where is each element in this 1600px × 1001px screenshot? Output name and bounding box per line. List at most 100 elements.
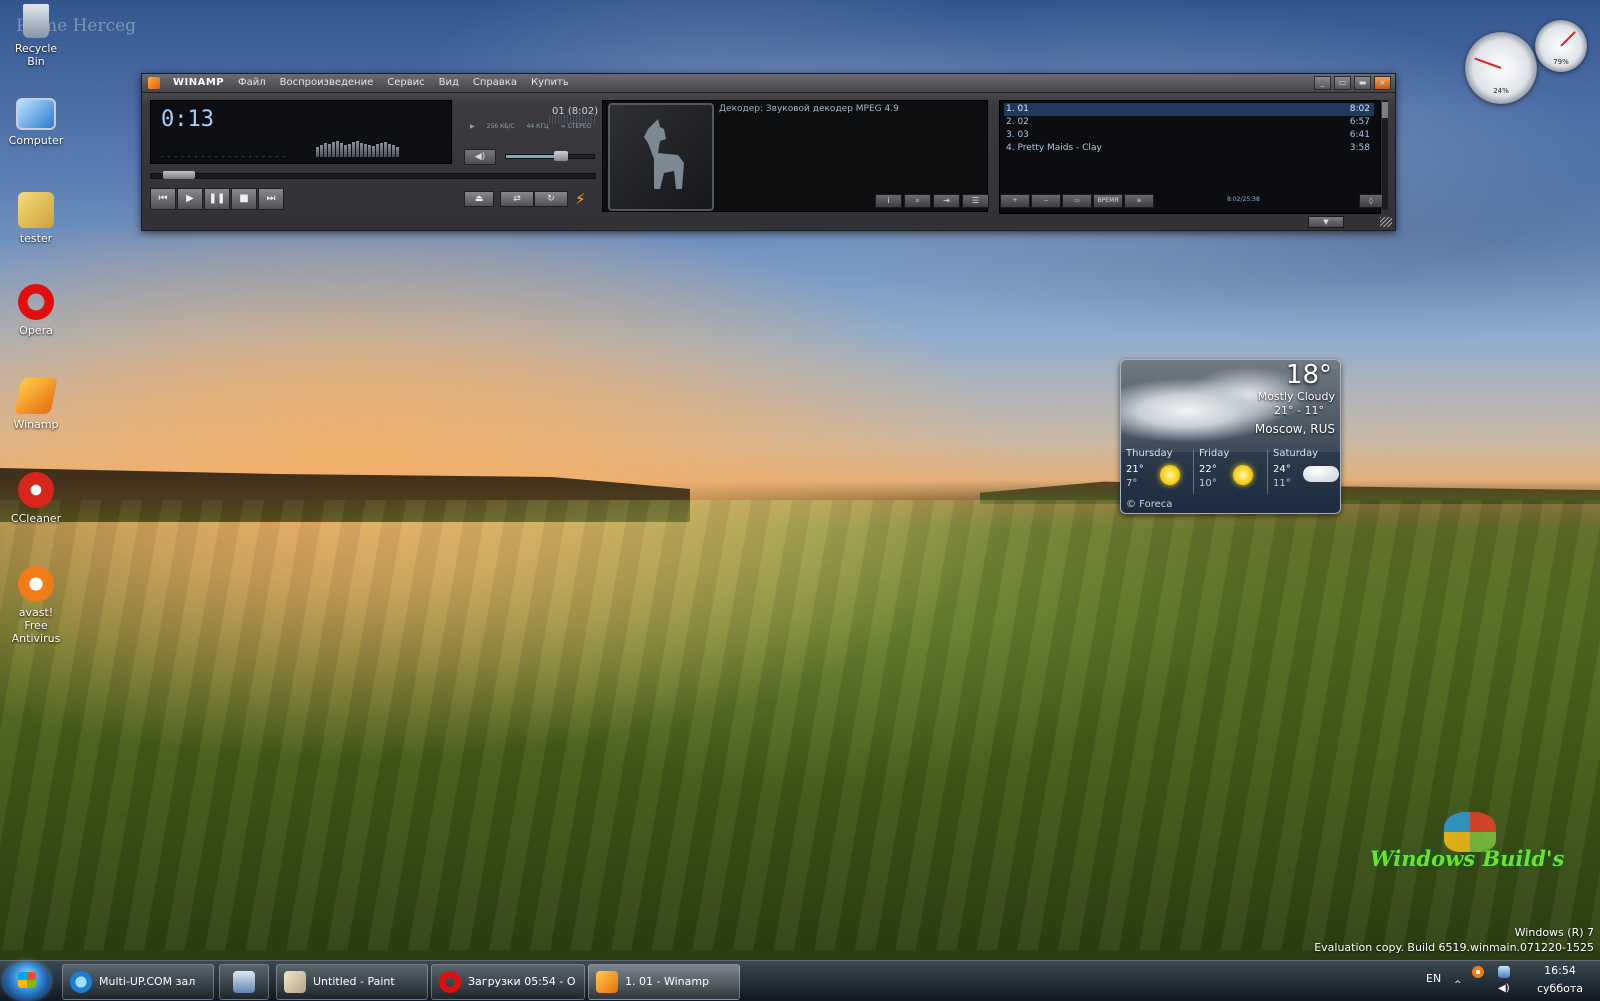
ccleaner-icon: [18, 472, 54, 508]
play-button[interactable]: ▶: [177, 188, 203, 210]
send-to-button[interactable]: ⇥: [933, 194, 960, 208]
start-button[interactable]: [4, 962, 50, 1000]
spectrum-bar: [320, 145, 323, 157]
menu-file[interactable]: Файл: [238, 77, 266, 88]
opera-icon: [18, 284, 54, 320]
next-button[interactable]: ⏭: [258, 188, 284, 210]
winamp-window: WINAMP Файл Воспроизведение Сервис Вид С…: [141, 73, 1396, 231]
taskbar-button-ie[interactable]: Multi-UP.COM зал: [62, 964, 214, 1000]
list-icon: ☰: [971, 196, 980, 205]
minimize-button[interactable]: _: [1314, 76, 1331, 90]
desktop-icon-avast[interactable]: avast! Free Antivirus: [6, 566, 66, 645]
chevron-up-icon[interactable]: ^: [1454, 972, 1466, 990]
network-icon[interactable]: [1498, 966, 1510, 978]
shuffle-button[interactable]: ⇄: [500, 191, 534, 207]
mute-button[interactable]: ◀): [464, 149, 496, 165]
stereo-indicator: ∞ СТЕРЕО: [560, 123, 592, 130]
menu-help[interactable]: Справка: [473, 77, 517, 88]
desktop-icon-label: Winamp: [13, 418, 59, 431]
forecast-divider: [1193, 450, 1194, 494]
eject-button[interactable]: ⏏: [464, 191, 494, 207]
winamp-bolt-icon[interactable]: ⚡: [575, 190, 586, 208]
desktop-icon-ccleaner[interactable]: CCleaner: [6, 472, 66, 525]
spectrum-bar: [336, 141, 339, 157]
playlist-item[interactable]: 3. 03 6:41: [1004, 129, 1374, 142]
taskbar-button-opera[interactable]: Загрузки 05:54 - О: [431, 964, 585, 1000]
restore-button[interactable]: ▭: [1334, 76, 1351, 90]
desktop-icon-recycle-bin[interactable]: Recycle Bin: [6, 4, 66, 68]
chevron-down-icon: ▼: [1323, 218, 1329, 226]
taskbar-button-label: 1. 01 - Winamp: [625, 975, 710, 988]
menu-playback[interactable]: Воспроизведение: [280, 77, 374, 88]
playlist-item-title: 3. 03: [1006, 130, 1029, 140]
shuffle-repeat-group: ⇄ ↻: [500, 191, 568, 207]
desktop-icon-winamp[interactable]: Winamp: [6, 378, 66, 431]
close-button[interactable]: ×: [1374, 76, 1391, 90]
repeat-button[interactable]: ↻: [534, 191, 568, 207]
forecast-high: 22°: [1199, 464, 1217, 475]
playlist-select-button[interactable]: ▭: [1062, 194, 1092, 208]
spectrum-visualizer[interactable]: [316, 141, 400, 157]
playback-time[interactable]: 0:13: [161, 107, 214, 132]
playlist-remove-button[interactable]: −: [1031, 194, 1061, 208]
explorer-icon: [233, 971, 255, 993]
playlist-total-time: 8:02/25:38: [1227, 196, 1260, 203]
playlist-item-title: 4. Pretty Maids - Clay: [1006, 143, 1102, 153]
shade-button[interactable]: ▬: [1354, 76, 1371, 90]
clock-day: суббота: [1536, 982, 1583, 995]
weather-credit[interactable]: © Foreca: [1126, 499, 1172, 510]
spectrum-bar: [392, 145, 395, 157]
playlist-scroll-thumb[interactable]: [1382, 102, 1388, 118]
playlist-options-button[interactable]: ◊: [1359, 194, 1383, 208]
playlist-item[interactable]: 1. 01 8:02: [1004, 103, 1374, 116]
send-icon: ⇥: [943, 196, 950, 205]
seek-bar[interactable]: [150, 171, 596, 179]
taskbar-button-winamp[interactable]: 1. 01 - Winamp: [588, 964, 740, 1000]
spectrum-bar: [396, 147, 399, 157]
playlist-add-button[interactable]: +: [1000, 194, 1030, 208]
menu-buy[interactable]: Купить: [531, 77, 569, 88]
desktop-icon-computer[interactable]: Computer: [6, 98, 66, 147]
visualizer-dots: ‐ ‐ ‐ ‐ ‐ ‐ ‐ ‐ ‐ ‐ ‐ ‐ ‐ ‐ ‐ ‐ ‐ ‐ ‐: [161, 153, 287, 161]
playlist-time-button[interactable]: ВРЕМЯ: [1093, 194, 1123, 208]
tray-clock[interactable]: 16:54 суббота: [1525, 962, 1595, 998]
cpu-meter-gadget[interactable]: 24% 79%: [1465, 20, 1590, 106]
playlist-item[interactable]: 2. 02 6:57: [1004, 116, 1374, 129]
menu-view[interactable]: Вид: [439, 77, 459, 88]
list-button[interactable]: ☰: [962, 194, 989, 208]
language-indicator[interactable]: EN: [1426, 972, 1441, 985]
stop-button[interactable]: ■: [231, 188, 257, 210]
volume-knob[interactable]: [553, 151, 568, 161]
menu-service[interactable]: Сервис: [387, 77, 424, 88]
playlist-toolbar: + − ▭ ВРЕМЯ ≡: [1000, 194, 1154, 208]
info-button[interactable]: i: [875, 194, 902, 208]
desktop-icon-tester[interactable]: tester: [6, 192, 66, 245]
spectrum-bar: [384, 142, 387, 157]
album-art[interactable]: [608, 103, 714, 211]
channels-label: СТЕРЕО: [567, 123, 592, 130]
search-button[interactable]: ⌕: [904, 194, 931, 208]
playlist-item[interactable]: 4. Pretty Maids - Clay 3:58: [1004, 142, 1374, 155]
opera-icon: [439, 971, 461, 993]
taskbar-button-paint[interactable]: Untitled - Paint: [276, 964, 428, 1000]
desktop-icon-label: avast! Free Antivirus: [11, 606, 61, 645]
playlist-menu-button[interactable]: ≡: [1124, 194, 1154, 208]
winamp-logo-icon[interactable]: [148, 77, 160, 89]
expand-button[interactable]: ▼: [1308, 216, 1344, 228]
sun-icon: [1233, 465, 1253, 485]
cpu-needle: [1474, 57, 1502, 69]
volume-slider[interactable]: [505, 151, 595, 161]
winamp-icon: [596, 971, 618, 993]
seek-knob[interactable]: [162, 171, 195, 179]
resize-grip[interactable]: [1380, 217, 1392, 227]
avast-tray-icon[interactable]: [1472, 966, 1484, 978]
previous-button[interactable]: ⏮: [150, 188, 176, 210]
taskbar-button-explorer[interactable]: [219, 964, 269, 1000]
weather-city: Moscow, RUS: [1254, 422, 1335, 436]
winamp-titlebar[interactable]: WINAMP Файл Воспроизведение Сервис Вид С…: [142, 74, 1395, 93]
weather-gadget[interactable]: 18° Mostly Cloudy 21° - 11° Moscow, RUS …: [1120, 359, 1341, 514]
volume-fill: [506, 155, 561, 158]
pause-button[interactable]: ❚❚: [204, 188, 230, 210]
desktop-icon-opera[interactable]: Opera: [6, 284, 66, 337]
volume-icon[interactable]: ◀): [1498, 983, 1510, 995]
